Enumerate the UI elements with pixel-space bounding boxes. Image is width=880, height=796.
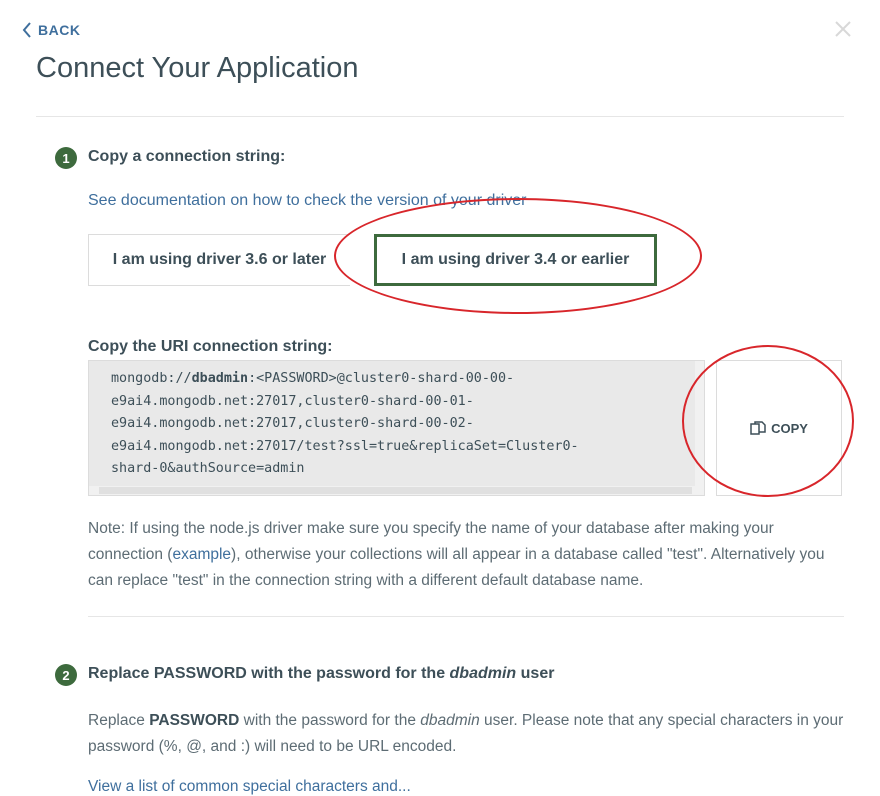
step-2-title: Replace PASSWORD with the password for t… xyxy=(88,665,554,683)
back-link[interactable]: BACK xyxy=(22,22,80,38)
page-title: Connect Your Application xyxy=(36,52,359,84)
node-driver-note: Note: If using the node.js driver make s… xyxy=(88,516,848,594)
uri-label: Copy the URI connection string: xyxy=(88,338,333,355)
uri-line1: @cluster0-shard-00-00- xyxy=(336,371,515,386)
uri-prefix: mongodb:// xyxy=(111,371,192,386)
db-user: dbadmin xyxy=(420,712,480,729)
uri-line5: shard-0&authSource=admin xyxy=(111,461,305,476)
step-2-title-end: user xyxy=(516,665,555,682)
step-2-title-user: dbadmin xyxy=(449,665,517,682)
divider xyxy=(88,616,844,617)
back-label: BACK xyxy=(38,22,81,38)
connection-string-box[interactable]: mongodb://dbadmin:<PASSWORD>@cluster0-sh… xyxy=(88,360,705,496)
uri-password: :<PASSWORD> xyxy=(248,371,337,386)
step-2-title-text: Replace PASSWORD with the password for t… xyxy=(88,665,450,682)
special-characters-link[interactable]: View a list of common special characters… xyxy=(88,778,411,796)
chevron-left-icon xyxy=(22,22,31,38)
uri-line3: e9ai4.mongodb.net:27017,cluster0-shard-0… xyxy=(111,416,474,431)
password-keyword: PASSWORD xyxy=(149,712,240,729)
annotation-ellipse-copy xyxy=(682,345,854,497)
uri-line2: e9ai4.mongodb.net:27017,cluster0-shard-0… xyxy=(111,393,474,409)
step-1-title: Copy a connection string: xyxy=(88,148,286,165)
connection-string[interactable]: mongodb://dbadmin:<PASSWORD>@cluster0-sh… xyxy=(111,368,681,481)
step-2-text-2: with the password for the xyxy=(239,712,421,729)
example-link[interactable]: example xyxy=(172,546,231,563)
uri-line4: e9ai4.mongodb.net:27017/test?ssl=true&re… xyxy=(111,438,579,454)
uri-user: dbadmin xyxy=(191,371,249,386)
annotation-ellipse-driver xyxy=(334,198,702,314)
step-2-badge: 2 xyxy=(55,664,77,686)
driver-36-option[interactable]: I am using driver 3.6 or later xyxy=(88,234,350,286)
horizontal-scrollbar[interactable] xyxy=(89,486,704,495)
step-2-description: Replace PASSWORD with the password for t… xyxy=(88,708,848,760)
step-2-text: Replace xyxy=(88,712,150,729)
step-1-badge: 1 xyxy=(55,147,77,169)
divider xyxy=(36,116,844,117)
close-icon[interactable] xyxy=(832,18,854,40)
